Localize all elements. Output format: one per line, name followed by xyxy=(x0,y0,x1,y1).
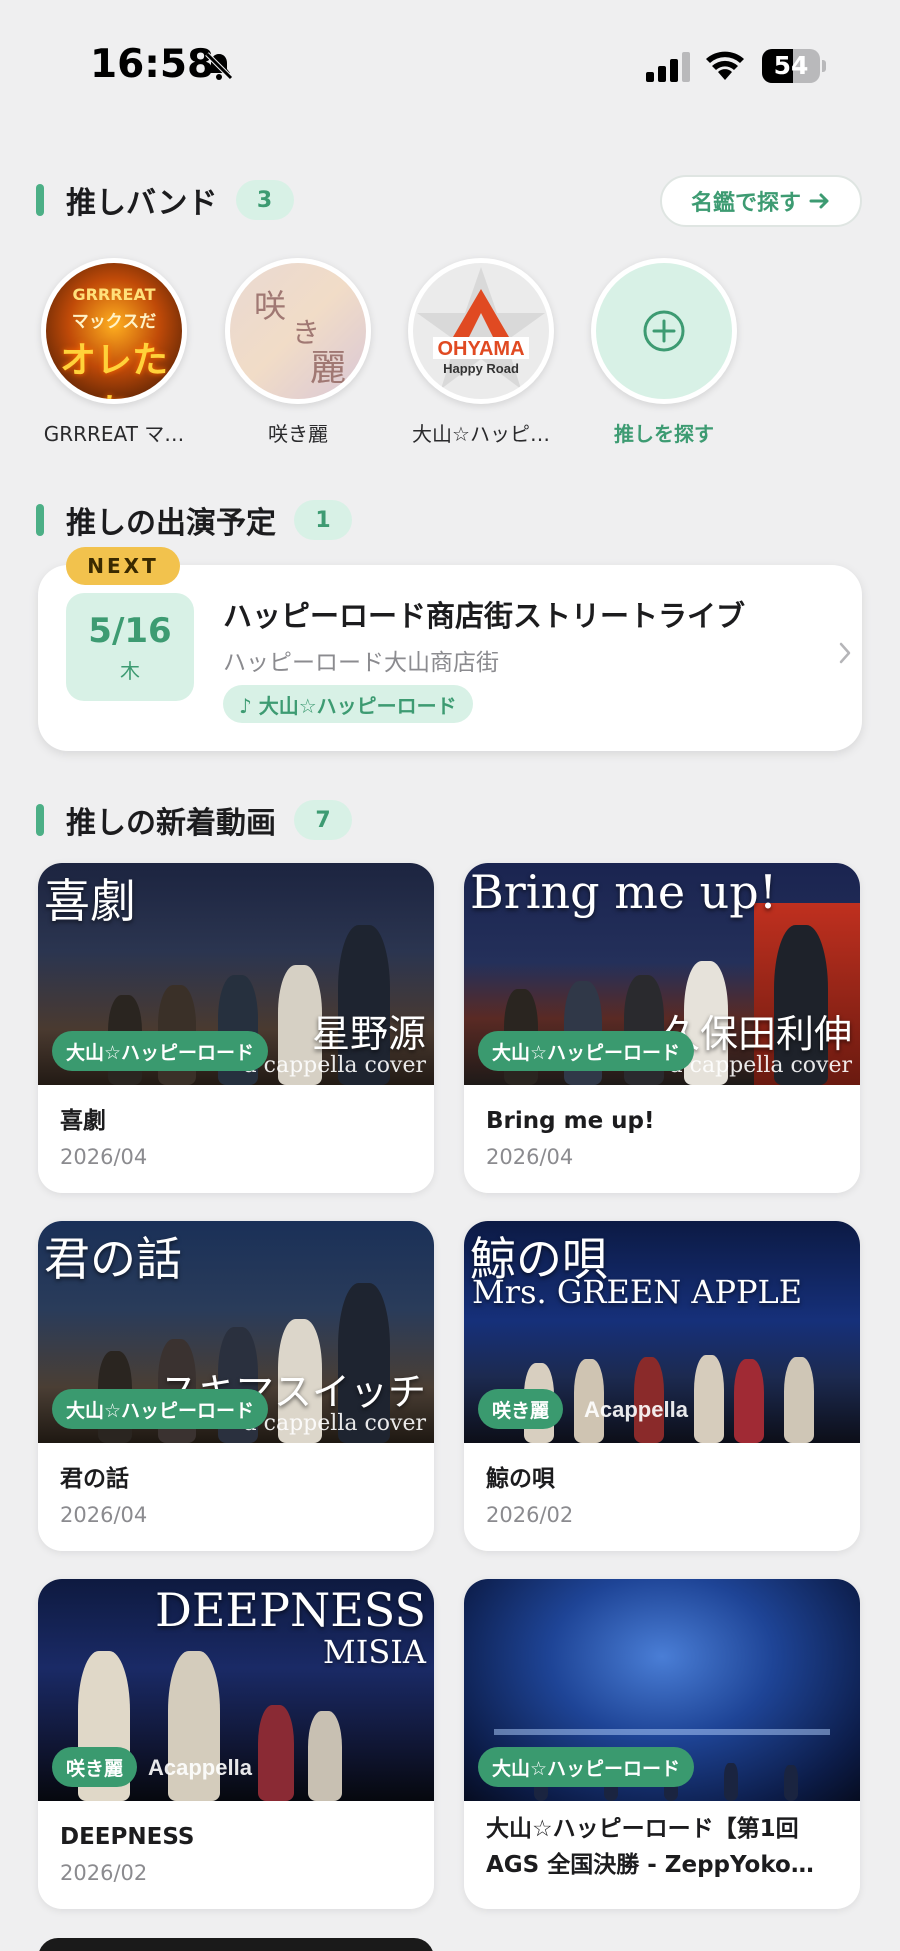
next-event-card[interactable]: 5/16 木 ハッピーロード商店街ストリートライブ ハッピーロード大山商店街 ♪… xyxy=(38,565,862,751)
avatar-text: 咲 xyxy=(254,287,287,325)
ohyama-logo-icon: OHYAMA Happy Road xyxy=(417,267,545,389)
video-band-tag: 大山☆ハッピーロード xyxy=(52,1389,269,1429)
video-thumbnail: DEEPNESS MISIA Acappella 咲き麗 xyxy=(38,1579,434,1801)
event-title: ハッピーロード商店街ストリートライブ xyxy=(223,599,746,633)
video-band-tag: 咲き麗 xyxy=(52,1747,138,1787)
section-accent-bar xyxy=(36,804,44,836)
arrow-right-icon xyxy=(809,193,829,209)
video-card[interactable]: 君の話 スキマスイッチ a cappella cover 大山☆ハッピーロード … xyxy=(38,1221,434,1551)
video-band-tag: 咲き麗 xyxy=(478,1389,564,1429)
schedule-section-header: 推しの出演予定 1 xyxy=(36,498,352,542)
video-card[interactable]: 鯨の唄 Mrs. GREEN APPLE Acappella 咲き麗 鯨の唄 2… xyxy=(464,1221,860,1551)
avatar-text: GRRREAT xyxy=(72,285,156,304)
band-item-sakiurara[interactable]: 咲 き 麗 咲き麗 xyxy=(218,258,378,447)
directory-search-label: 名鑑で探す xyxy=(690,191,801,216)
video-card[interactable]: 大山☆ハッピーロード 大山☆ハッピーロード【第1回 AGS 全国決勝 - Zep… xyxy=(464,1579,860,1909)
video-date: 2026/04 xyxy=(486,1145,574,1169)
band-name: GRRREAT マ… xyxy=(43,422,185,446)
video-title: Bring me up! xyxy=(486,1108,655,1134)
bands-section-header: 推しバンド 3 xyxy=(36,178,294,222)
battery-level: 54 xyxy=(773,51,809,80)
video-title: 喜劇 xyxy=(60,1108,106,1134)
video-title: 鯨の唄 xyxy=(486,1466,555,1492)
status-time: 16:58 xyxy=(90,42,215,87)
video-date: 2026/02 xyxy=(60,1861,148,1885)
band-name: 大山☆ハッピ… xyxy=(412,422,550,446)
video-title: 大山☆ハッピーロード【第1回 AGS 全国決勝 - ZeppYoko… xyxy=(486,1816,814,1878)
band-avatar: 咲 き 麗 xyxy=(225,258,371,404)
avatar-text: 麗 xyxy=(310,348,347,389)
band-add-button[interactable]: 推しを探す xyxy=(584,258,744,447)
video-date: 2026/04 xyxy=(60,1145,148,1169)
band-item-ohyama[interactable]: OHYAMA Happy Road 大山☆ハッピ… xyxy=(401,258,561,447)
battery-icon: 54 xyxy=(762,49,826,83)
thumbnail-artist-text: Mrs. GREEN APPLE xyxy=(472,1273,803,1311)
avatar-text: Happy Road xyxy=(443,361,519,376)
videos-section-header: 推しの新着動画 7 xyxy=(36,798,352,842)
section-accent-bar xyxy=(36,184,44,216)
thumbnail-title-text: DEEPNESS xyxy=(154,1583,426,1637)
video-thumbnail: Bring me up! 久保田利伸 a cappella cover 大山☆ハ… xyxy=(464,863,860,1085)
video-band-tag: 大山☆ハッピーロード xyxy=(478,1031,695,1071)
thumbnail-sub-text: Acappella xyxy=(148,1755,252,1780)
band-avatar: OHYAMA Happy Road xyxy=(408,258,554,404)
event-weekday: 木 xyxy=(120,659,140,683)
video-card[interactable]: Bring me up! 久保田利伸 a cappella cover 大山☆ハ… xyxy=(464,863,860,1193)
schedule-section-title: 推しの出演予定 xyxy=(66,506,276,541)
event-date-box: 5/16 木 xyxy=(66,593,194,701)
schedule-count-badge: 1 xyxy=(294,500,352,540)
thumbnail-artist-text: 星野源 xyxy=(311,1012,426,1056)
band-item-grrreat[interactable]: GRRREAT マックスだ オレたち GRRREAT マ… xyxy=(34,258,194,447)
next-video-card-peek xyxy=(38,1938,434,1951)
bands-section-title: 推しバンド xyxy=(66,186,218,221)
wifi-icon xyxy=(706,51,744,80)
avatar-text: オレたち xyxy=(59,340,168,399)
video-thumbnail: 喜劇 星野源 a cappella cover 大山☆ハッピーロード xyxy=(38,863,434,1085)
video-date: 2026/02 xyxy=(486,1503,574,1527)
video-thumbnail: 君の話 スキマスイッチ a cappella cover 大山☆ハッピーロード xyxy=(38,1221,434,1443)
bell-slash-icon xyxy=(205,52,233,80)
thumbnail-sub-text: Acappella xyxy=(584,1397,688,1422)
thumbnail-sub-text: a cappella cover xyxy=(243,1411,426,1436)
avatar-text: OHYAMA xyxy=(437,338,524,360)
video-thumbnail: 鯨の唄 Mrs. GREEN APPLE Acappella 咲き麗 xyxy=(464,1221,860,1443)
thumbnail-title-text: 喜劇 xyxy=(44,874,136,928)
thumbnail-sub-text: a cappella cover xyxy=(669,1053,852,1078)
band-name: 咲き麗 xyxy=(268,422,328,446)
thumbnail-title-text: Bring me up! xyxy=(470,865,778,919)
video-date: 2026/04 xyxy=(60,1503,148,1527)
video-card[interactable]: 喜劇 星野源 a cappella cover 大山☆ハッピーロード 喜劇 20… xyxy=(38,863,434,1193)
band-avatar: GRRREAT マックスだ オレたち xyxy=(41,258,187,404)
video-title: 君の話 xyxy=(60,1466,129,1492)
event-venue: ハッピーロード大山商店街 xyxy=(223,650,499,676)
status-bar: 16:58 54 xyxy=(0,0,900,130)
video-band-tag: 大山☆ハッピーロード xyxy=(478,1747,695,1787)
videos-count-badge: 7 xyxy=(294,800,352,840)
event-band-tag: ♪ 大山☆ハッピーロード xyxy=(223,685,473,723)
avatar-text: マックスだ xyxy=(71,312,157,332)
bands-count-badge: 3 xyxy=(235,180,294,220)
plus-circle-icon xyxy=(643,310,685,352)
video-band-tag: 大山☆ハッピーロード xyxy=(52,1031,269,1071)
event-date: 5/16 xyxy=(88,611,172,651)
add-band-label: 推しを探す xyxy=(614,422,714,446)
cellular-signal-icon xyxy=(646,52,690,82)
directory-search-button[interactable]: 名鑑で探す xyxy=(660,175,862,227)
next-badge: NEXT xyxy=(66,547,180,585)
thumbnail-artist-text: MISIA xyxy=(322,1633,426,1671)
video-card[interactable]: DEEPNESS MISIA Acappella 咲き麗 DEEPNESS 20… xyxy=(38,1579,434,1909)
video-title: DEEPNESS xyxy=(60,1824,195,1850)
videos-section-title: 推しの新着動画 xyxy=(66,806,276,841)
thumbnail-title-text: 君の話 xyxy=(44,1232,182,1286)
chevron-right-icon xyxy=(839,642,851,664)
thumbnail-sub-text: a cappella cover xyxy=(243,1053,426,1078)
video-thumbnail: 大山☆ハッピーロード xyxy=(464,1579,860,1801)
add-band-avatar xyxy=(591,258,737,404)
section-accent-bar xyxy=(36,504,44,536)
